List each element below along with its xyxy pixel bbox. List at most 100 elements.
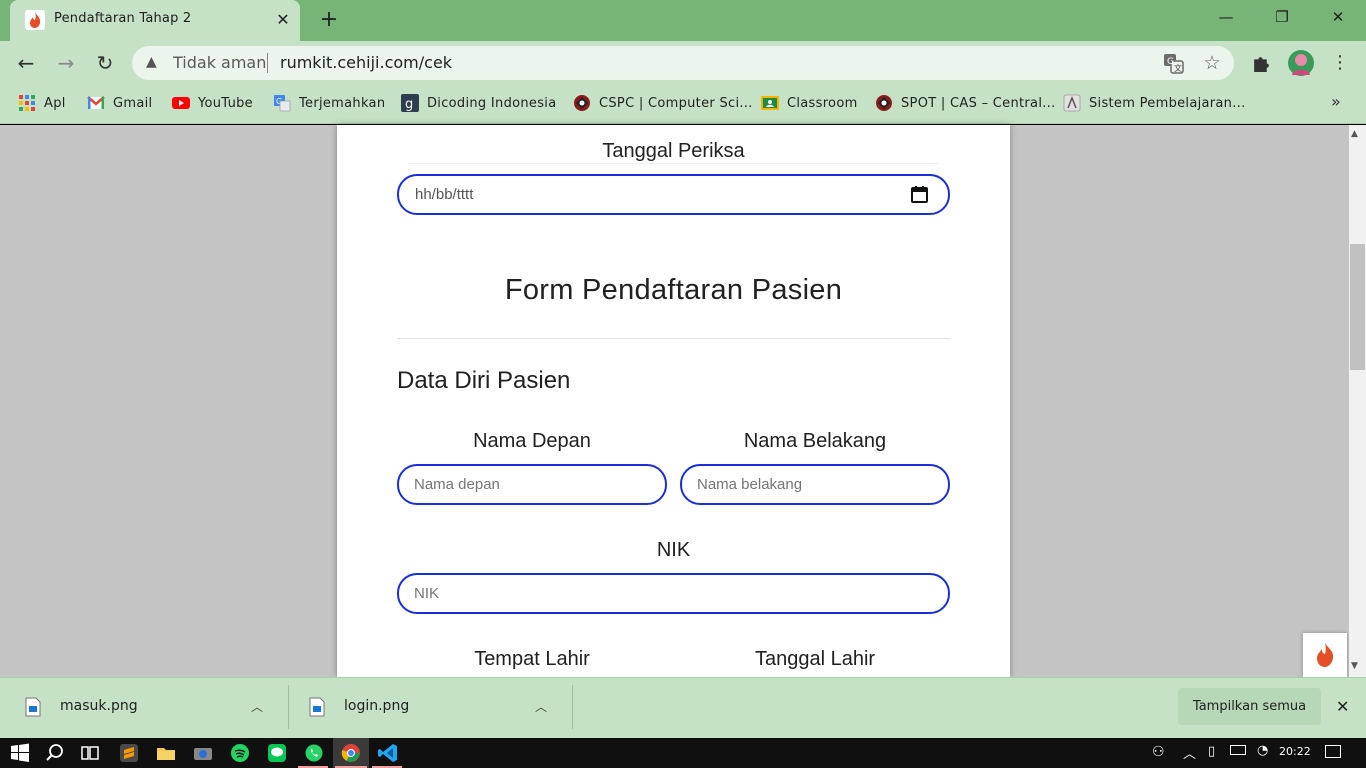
bookmark-cspc[interactable]: CSPC | Computer Sci... [573,93,753,113]
tab-title: Pendaftaran Tahap 2 [54,11,192,26]
classroom-icon [761,96,779,110]
phone-icon[interactable]: ▯ [1208,744,1215,759]
title-divider [397,338,950,339]
nik-label: NIK [656,539,691,561]
file-icon [25,697,41,717]
bookmark-label: Apl [44,95,66,111]
camera-icon[interactable] [192,742,214,764]
battery-icon[interactable] [1230,745,1246,755]
new-tab-plus-icon[interactable]: + [318,9,340,31]
youtube-icon [172,97,190,109]
chevron-up-icon[interactable]: ︿ [535,698,547,715]
profile-avatar[interactable] [1287,49,1315,77]
form-title: Form Pendaftaran Pasien [504,274,843,306]
file-explorer-icon[interactable] [155,742,177,764]
section-title: Data Diri Pasien [397,367,571,394]
bookmark-gmail[interactable]: Gmail [87,93,152,113]
bookmark-spot[interactable]: SPOT | CAS – Central... [875,93,1056,113]
translate-icon: G [274,95,291,112]
spot-icon [876,95,892,111]
close-downloads-icon[interactable]: ✕ [1336,697,1349,716]
menu-kebab-icon[interactable]: ⋮ [1326,50,1354,76]
download-item[interactable]: login.png ︿ [302,686,564,728]
tanggal-periksa-label: Tanggal Periksa [602,140,745,162]
reload-icon[interactable]: ↻ [91,50,119,76]
chevron-up-icon[interactable]: ︿ [251,698,263,715]
line-app-icon[interactable] [266,742,288,764]
bookmark-youtube[interactable]: YouTube [172,93,253,113]
wifi-icon[interactable]: ◔ [1257,743,1268,758]
download-separator [288,685,289,729]
bookmarks-overflow-icon[interactable]: » [1331,92,1341,111]
calendar-icon[interactable] [910,185,929,204]
divider [409,163,939,164]
nama-depan-input[interactable] [397,464,667,505]
page-scrollbar[interactable] [1349,125,1366,677]
tanggal-lahir-label: Tanggal Lahir [754,648,876,670]
minimize-icon[interactable]: — [1198,0,1254,34]
debug-toolbar-button[interactable] [1303,633,1347,677]
windows-start-icon[interactable] [9,742,31,764]
bookmark-label: Classroom [787,95,858,111]
codeigniter-flame-icon [1317,643,1334,667]
task-view-icon[interactable] [79,742,101,764]
scroll-up-arrow-icon[interactable]: ▲ [1351,129,1358,139]
show-all-downloads-button[interactable]: Tampilkan semua [1178,688,1321,725]
scrollbar-thumb[interactable] [1350,244,1365,370]
nama-belakang-input[interactable] [680,464,950,505]
bookmark-label: Terjemahkan [299,95,386,111]
nama-depan-label: Nama Depan [473,430,591,452]
translate-page-icon[interactable]: G 文 [1163,53,1184,74]
forward-arrow-icon[interactable]: → [52,50,80,76]
spotify-icon[interactable] [229,742,251,764]
download-item[interactable]: masuk.png ︿ [18,686,280,728]
window-close-icon[interactable]: ✕ [1310,0,1366,34]
bookmark-label: YouTube [198,95,253,111]
tab-close-icon[interactable]: ✕ [272,9,294,31]
notification-icon[interactable] [1325,745,1341,758]
people-icon[interactable]: ⚇ [1152,744,1165,760]
chrome-icon[interactable] [340,742,362,764]
warning-triangle-icon[interactable]: ▲ [146,54,157,70]
tray-chevron-up-icon[interactable]: ︿ [1183,743,1196,762]
download-separator [572,685,573,729]
tanggal-periksa-input[interactable] [397,174,950,215]
bookmark-label: Dicoding Indonesia [427,95,557,111]
dicoding-icon: g [401,94,419,112]
bookmark-classroom[interactable]: Classroom [761,93,858,113]
scroll-down-arrow-icon[interactable]: ▼ [1351,661,1358,671]
bookmark-star-icon[interactable]: ☆ [1201,53,1223,73]
bookmark-sistem-pembelajaran[interactable]: Sistem Pembelajaran... [1063,93,1246,113]
svg-text:G: G [1167,57,1174,67]
url-text[interactable]: rumkit.cehiji.com/cek [280,53,452,72]
sublime-text-icon[interactable] [118,742,140,764]
bookmark-dicoding[interactable]: g Dicoding Indonesia [401,93,556,113]
vscode-icon[interactable] [377,742,399,764]
restore-icon[interactable]: ❐ [1254,0,1310,34]
tanggal-periksa-placeholder: hh/bb/tttt [415,186,474,203]
bookmark-terjemahkan[interactable]: G Terjemahkan [273,93,385,113]
gmail-icon [87,96,105,109]
clock-time[interactable]: 20:22 [1279,745,1311,758]
bookmark-label: Sistem Pembelajaran... [1089,95,1246,111]
extensions-puzzle-icon[interactable] [1251,52,1272,73]
codeigniter-flame-icon [25,10,45,30]
back-arrow-icon[interactable]: ← [12,50,40,76]
sistem-icon [1063,94,1081,112]
security-status[interactable]: Tidak aman [173,53,266,72]
cspc-icon [574,95,590,111]
bookmark-label: CSPC | Computer Sci... [599,95,753,111]
svg-text:文: 文 [1174,63,1182,73]
file-icon [309,697,325,717]
search-icon[interactable] [44,742,66,764]
apps-grid-icon [19,95,35,111]
whatsapp-icon[interactable] [303,742,325,764]
svg-text:g: g [405,97,414,112]
bookmark-apl[interactable]: Apl [18,93,66,113]
nik-input[interactable] [397,573,950,614]
bookmark-label: SPOT | CAS – Central... [901,95,1056,111]
tempat-lahir-label: Tempat Lahir [474,648,590,670]
omnibox-divider [267,53,268,73]
nama-belakang-label: Nama Belakang [743,430,887,452]
bookmark-label: Gmail [113,95,153,111]
